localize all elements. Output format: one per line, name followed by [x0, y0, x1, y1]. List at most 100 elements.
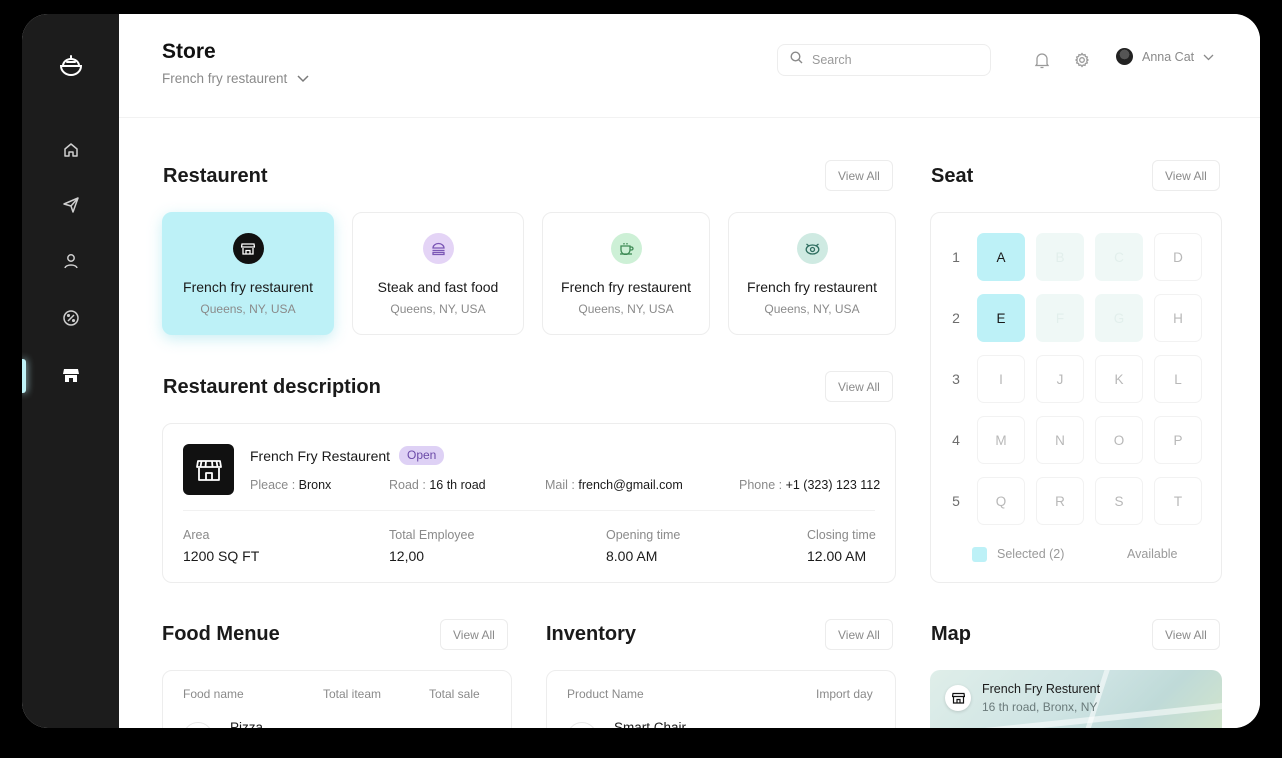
map-view-all-button[interactable]: View All — [1152, 619, 1220, 650]
mail-info: Mail : french@gmail.com — [545, 478, 683, 492]
map-place-name: French Fry Resturent — [982, 682, 1101, 696]
seat-f[interactable]: F — [1036, 294, 1084, 342]
seat-p[interactable]: P — [1154, 416, 1202, 464]
page-title: Store — [162, 40, 216, 63]
legend-selected-label: Selected (2) — [997, 547, 1065, 561]
column-header: Total iteam — [323, 687, 382, 701]
seat-g[interactable]: G — [1095, 294, 1143, 342]
app-window: Store French fry restaurent Search Anna … — [22, 14, 1260, 728]
seat-j[interactable]: J — [1036, 355, 1084, 403]
seat-d[interactable]: D — [1154, 233, 1202, 281]
store-selector-label: French fry restaurent — [162, 71, 288, 86]
seat-b[interactable]: B — [1036, 233, 1084, 281]
seat-row-number: 3 — [952, 371, 960, 387]
road-info: Road : 16 th road — [389, 478, 486, 492]
column-header: Food name — [183, 687, 244, 701]
search-icon — [790, 51, 803, 69]
sidebar-item-home[interactable] — [60, 141, 82, 163]
store-selector[interactable]: French fry restaurent — [162, 71, 309, 86]
chevron-down-icon — [297, 71, 309, 86]
food-menu-section-title: Food Menue — [162, 623, 280, 645]
sidebar-item-discount[interactable] — [60, 309, 82, 331]
area-label: Area — [183, 528, 210, 542]
restaurant-card[interactable]: Steak and fast food Queens, NY, USA — [352, 212, 524, 335]
avatar — [1116, 48, 1133, 65]
divider — [183, 510, 875, 511]
seat-view-all-button[interactable]: View All — [1152, 160, 1220, 191]
sidebar-item-store[interactable] — [60, 366, 82, 388]
main-content: Store French fry restaurent Search Anna … — [119, 14, 1260, 728]
product-thumbnail — [567, 722, 597, 728]
seat-e[interactable]: E — [977, 294, 1025, 342]
phone-label: Phone : — [739, 478, 783, 492]
closing-time-value: 12.00 AM — [807, 548, 867, 564]
closing-time-label: Closing time — [807, 528, 876, 542]
seat-c[interactable]: C — [1095, 233, 1143, 281]
coffee-icon — [610, 233, 642, 264]
seat-s[interactable]: S — [1095, 477, 1143, 525]
restaurant-location: Queens, NY, USA — [390, 302, 486, 316]
food-menu-view-all-button[interactable]: View All — [440, 619, 508, 650]
employee-value: 12,00 — [389, 548, 425, 564]
seat-m[interactable]: M — [977, 416, 1025, 464]
seat-t[interactable]: T — [1154, 477, 1202, 525]
notification-bell-icon[interactable] — [1032, 50, 1052, 70]
map-store-pin-icon[interactable] — [945, 685, 971, 711]
column-header: Import day — [816, 687, 873, 701]
user-menu[interactable]: Anna Cat — [1116, 48, 1214, 65]
sidebar-item-send[interactable] — [60, 196, 82, 218]
store-icon — [183, 444, 234, 495]
restaurant-name: French Fry Restaurent — [250, 448, 391, 464]
food-name[interactable]: Pizza — [230, 720, 263, 728]
restaurant-section-title: Restaurent — [163, 165, 268, 187]
seat-i[interactable]: I — [977, 355, 1025, 403]
column-header: Product Name — [567, 687, 644, 701]
seat-h[interactable]: H — [1154, 294, 1202, 342]
restaurant-card[interactable]: French fry restaurent Queens, NY, USA — [728, 212, 896, 335]
seat-map-card: 1 ABCD 2 EFGH 3 IJKL 4 MNOP 5 QRST Selected (2) A… — [930, 212, 1222, 583]
description-section-title: Restaurent description — [163, 376, 381, 398]
search-box[interactable] — [777, 44, 991, 76]
inventory-table: Product Name Import day Smart Chair — [546, 670, 896, 728]
seat-k[interactable]: K — [1095, 355, 1143, 403]
place-info: Pleace : Bronx — [250, 478, 331, 492]
seat-q[interactable]: Q — [977, 477, 1025, 525]
restaurant-name: French fry restaurent — [183, 279, 313, 295]
phone-value: +1 (323) 123 112 — [785, 478, 881, 492]
mail-value[interactable]: french@gmail.com — [578, 478, 682, 492]
seat-o[interactable]: O — [1095, 416, 1143, 464]
restaurant-view-all-button[interactable]: View All — [825, 160, 893, 191]
settings-gear-icon[interactable] — [1072, 50, 1092, 70]
restaurant-location: Queens, NY, USA — [578, 302, 674, 316]
map-view[interactable]: French Fry Resturent 16 th road, Bronx, … — [930, 670, 1222, 728]
inventory-view-all-button[interactable]: View All — [825, 619, 893, 650]
mail-label: Mail : — [545, 478, 575, 492]
food-thumbnail — [183, 722, 213, 728]
product-name[interactable]: Smart Chair — [614, 720, 686, 728]
description-view-all-button[interactable]: View All — [825, 371, 893, 402]
restaurant-description-card: French Fry Restaurent Open Pleace : Bron… — [162, 423, 896, 583]
chevron-down-icon — [1203, 50, 1214, 64]
seat-r[interactable]: R — [1036, 477, 1084, 525]
burger-icon — [422, 233, 454, 264]
inventory-section-title: Inventory — [546, 623, 637, 645]
discount-icon — [62, 309, 80, 332]
store-icon — [62, 366, 80, 389]
search-input[interactable] — [812, 53, 972, 67]
seat-row-number: 4 — [952, 432, 960, 448]
home-icon — [62, 141, 80, 164]
opening-time-value: 8.00 AM — [606, 548, 658, 564]
food-menu-table: Food name Total iteam Total sale Pizza — [162, 670, 512, 728]
seat-a[interactable]: A — [977, 233, 1025, 281]
sidebar-item-user[interactable] — [60, 252, 82, 274]
opening-time-label: Opening time — [606, 528, 681, 542]
seat-n[interactable]: N — [1036, 416, 1084, 464]
seat-row-number: 1 — [952, 249, 960, 265]
restaurant-card[interactable]: French fry restaurent Queens, NY, USA — [162, 212, 334, 335]
seat-row-number: 5 — [952, 493, 960, 509]
seat-l[interactable]: L — [1154, 355, 1202, 403]
restaurant-name: Steak and fast food — [377, 279, 499, 295]
restaurant-card[interactable]: French fry restaurent Queens, NY, USA — [542, 212, 710, 335]
road-value: 16 th road — [429, 478, 486, 492]
bowl-logo-icon[interactable] — [57, 52, 85, 80]
